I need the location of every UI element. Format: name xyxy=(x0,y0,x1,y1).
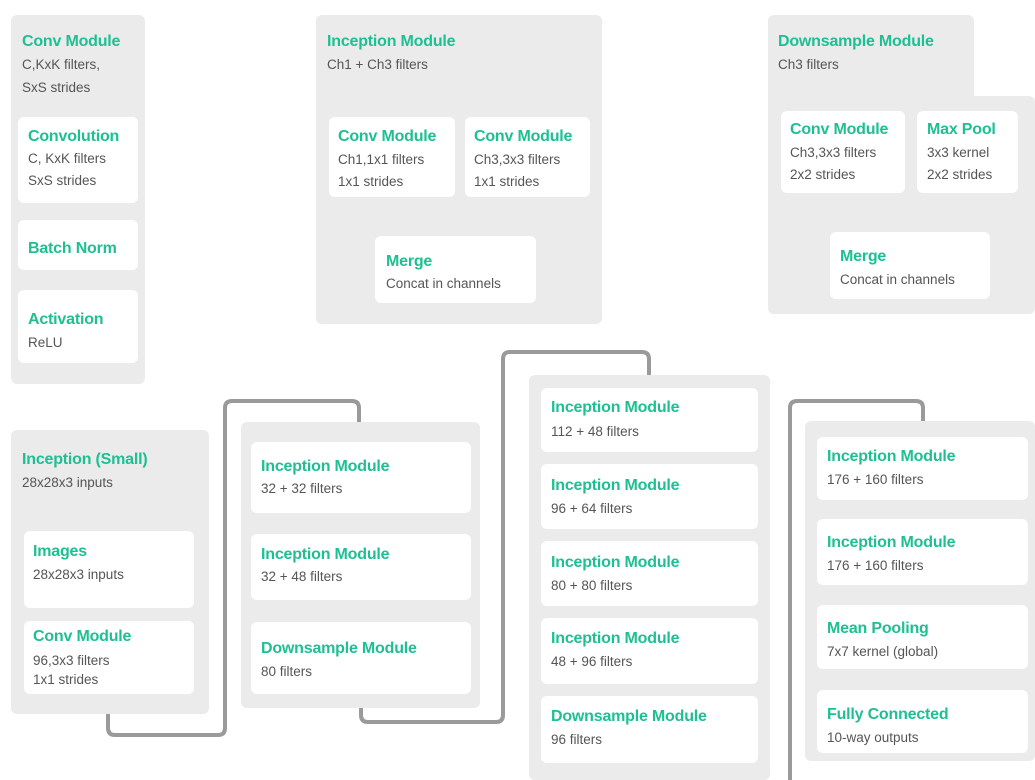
net-conv-title: Conv Module xyxy=(33,628,132,645)
max-pool-line2: 2x2 strides xyxy=(927,167,993,182)
stage2-block-1-title: Inception Module xyxy=(261,546,390,563)
stage2-block-2-title: Downsample Module xyxy=(261,640,417,657)
conv-module-def-title: Conv Module xyxy=(22,33,121,50)
stage4-block-2-title: Mean Pooling xyxy=(827,620,929,637)
inception-module-def-line1: Ch1 + Ch3 filters xyxy=(327,57,428,72)
conv-module-def-line2: SxS strides xyxy=(22,80,91,95)
downsample-module-def-line1: Ch3 filters xyxy=(778,57,839,72)
downsample-module-def-title: Downsample Module xyxy=(778,33,934,50)
convolution-line2: SxS strides xyxy=(28,173,97,188)
network-title: Inception (Small) xyxy=(22,451,148,468)
downsample-conv-line2: 2x2 strides xyxy=(790,167,856,182)
stage3-block-2-title: Inception Module xyxy=(551,554,680,571)
stage3-block-1-title: Inception Module xyxy=(551,477,680,494)
batch-norm-title: Batch Norm xyxy=(28,240,117,257)
stage3-block-3-title: Inception Module xyxy=(551,630,680,647)
convolution-title: Convolution xyxy=(28,128,120,145)
images-line1: 28x28x3 inputs xyxy=(33,567,124,582)
downsample-conv-title: Conv Module xyxy=(790,121,889,138)
stage3-block-1-line1: 96 + 64 filters xyxy=(551,501,633,516)
stage4-block-3-title: Fully Connected xyxy=(827,706,949,723)
downsample-merge-title: Merge xyxy=(840,248,887,265)
activation-title: Activation xyxy=(28,311,104,328)
stage4-block-0-title: Inception Module xyxy=(827,448,956,465)
convolution-line1: C, KxK filters xyxy=(28,151,107,166)
inception-conv3-line1: Ch3,3x3 filters xyxy=(474,152,561,167)
stage2-block-2-line1: 80 filters xyxy=(261,664,313,679)
net-conv-line2: 1x1 strides xyxy=(33,672,99,687)
inception-conv3-line2: 1x1 strides xyxy=(474,174,540,189)
max-pool-title: Max Pool xyxy=(927,121,996,138)
stage4-block-0-line1: 176 + 160 filters xyxy=(827,472,924,487)
stage2-block-1-line1: 32 + 48 filters xyxy=(261,569,343,584)
stage4-block-1-line1: 176 + 160 filters xyxy=(827,558,924,573)
activation-line1: ReLU xyxy=(28,335,63,350)
stage3-block-0-line1: 112 + 48 filters xyxy=(551,424,639,439)
stage3-block-2-line1: 80 + 80 filters xyxy=(551,578,633,593)
stage4-block-2-line1: 7x7 kernel (global) xyxy=(827,644,939,659)
inception-conv1-line1: Ch1,1x1 filters xyxy=(338,152,425,167)
stage3-block-0-title: Inception Module xyxy=(551,399,680,416)
inception-merge-line1: Concat in channels xyxy=(386,276,501,291)
stage3-block-3-line1: 48 + 96 filters xyxy=(551,654,633,669)
max-pool-line1: 3x3 kernel xyxy=(927,145,990,160)
inception-module-def-title: Inception Module xyxy=(327,33,456,50)
inception-conv1-line2: 1x1 strides xyxy=(338,174,404,189)
conv-module-def-line1: C,KxK filters, xyxy=(22,57,101,72)
stage2-block-0-line1: 32 + 32 filters xyxy=(261,481,343,496)
inception-merge-title: Merge xyxy=(386,253,433,270)
stage4-block-3-line1: 10-way outputs xyxy=(827,730,919,745)
stage4-block-1-title: Inception Module xyxy=(827,534,956,551)
images-title: Images xyxy=(33,543,87,560)
network-line1: 28x28x3 inputs xyxy=(22,475,113,490)
downsample-conv-line1: Ch3,3x3 filters xyxy=(790,145,877,160)
inception-conv1-title: Conv Module xyxy=(338,128,437,145)
stage3-block-4-line1: 96 filters xyxy=(551,732,603,747)
inception-conv3-title: Conv Module xyxy=(474,128,573,145)
stage2-block-0-title: Inception Module xyxy=(261,458,390,475)
downsample-merge-line1: Concat in channels xyxy=(840,272,955,287)
stage3-block-4-title: Downsample Module xyxy=(551,708,707,725)
